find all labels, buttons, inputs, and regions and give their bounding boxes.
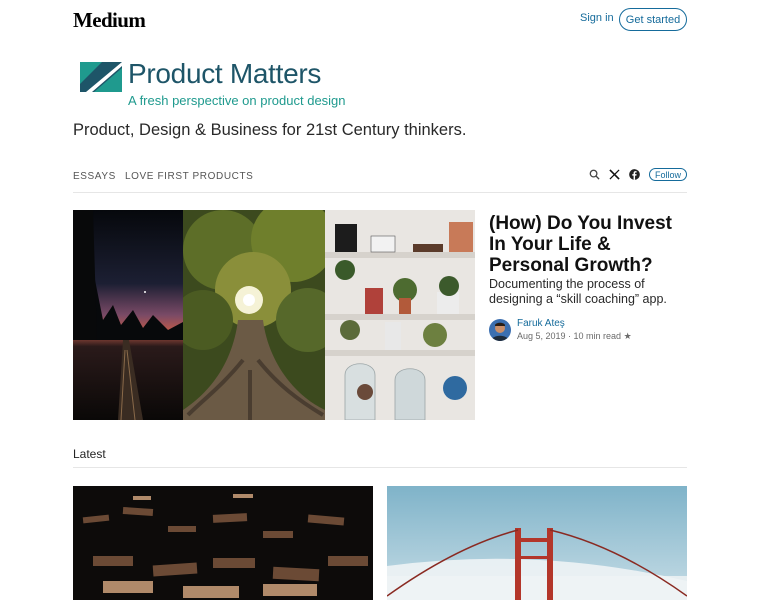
author-avatar[interactable]: [489, 319, 511, 341]
sign-in-link[interactable]: Sign in: [580, 12, 614, 24]
publication-logo-tagline: A fresh perspective on product design: [128, 93, 346, 108]
night-sky-road-image: [73, 210, 183, 420]
product-matters-logo-mark: [80, 62, 122, 92]
publication-name: Product Matters: [128, 58, 322, 89]
featured-story-subtitle[interactable]: Documenting the process of designing a “…: [489, 277, 689, 306]
follow-button[interactable]: Follow: [648, 168, 687, 181]
publication-logo[interactable]: Product Matters A fresh perspective on p…: [80, 58, 346, 112]
top-bar: Medium Sign in Get started: [0, 0, 760, 40]
nav-actions: Follow: [589, 168, 687, 181]
publication-description: Product, Design & Business for 21st Cent…: [73, 121, 467, 139]
search-icon[interactable]: [589, 169, 601, 181]
nav-item-essays[interactable]: ESSAYS: [73, 171, 116, 182]
get-started-button[interactable]: Get started: [619, 8, 687, 31]
latest-story-image-books[interactable]: [73, 486, 373, 600]
latest-story-image-bridge[interactable]: [387, 486, 687, 600]
succulent-shelves-image: [325, 210, 475, 420]
latest-heading: Latest: [73, 447, 687, 468]
x-icon[interactable]: [609, 169, 621, 181]
facebook-icon[interactable]: [629, 169, 641, 181]
nav-item-love-first-products[interactable]: LOVE FIRST PRODUCTS: [125, 171, 253, 182]
tree-roots-image: [183, 210, 325, 420]
publication-nav: ESSAYS LOVE FIRST PRODUCTS Follow: [73, 164, 687, 193]
author-name[interactable]: Faruk Ateş: [517, 318, 565, 329]
golden-gate-bridge-image: [387, 486, 687, 600]
featured-story-title[interactable]: (How) Do You Invest In Your Life & Perso…: [489, 213, 689, 276]
story-meta: Aug 5, 2019 · 10 min read ★: [517, 331, 632, 341]
featured-image[interactable]: [73, 210, 475, 420]
medium-logo[interactable]: Medium: [73, 8, 146, 33]
books-image: [73, 486, 373, 600]
